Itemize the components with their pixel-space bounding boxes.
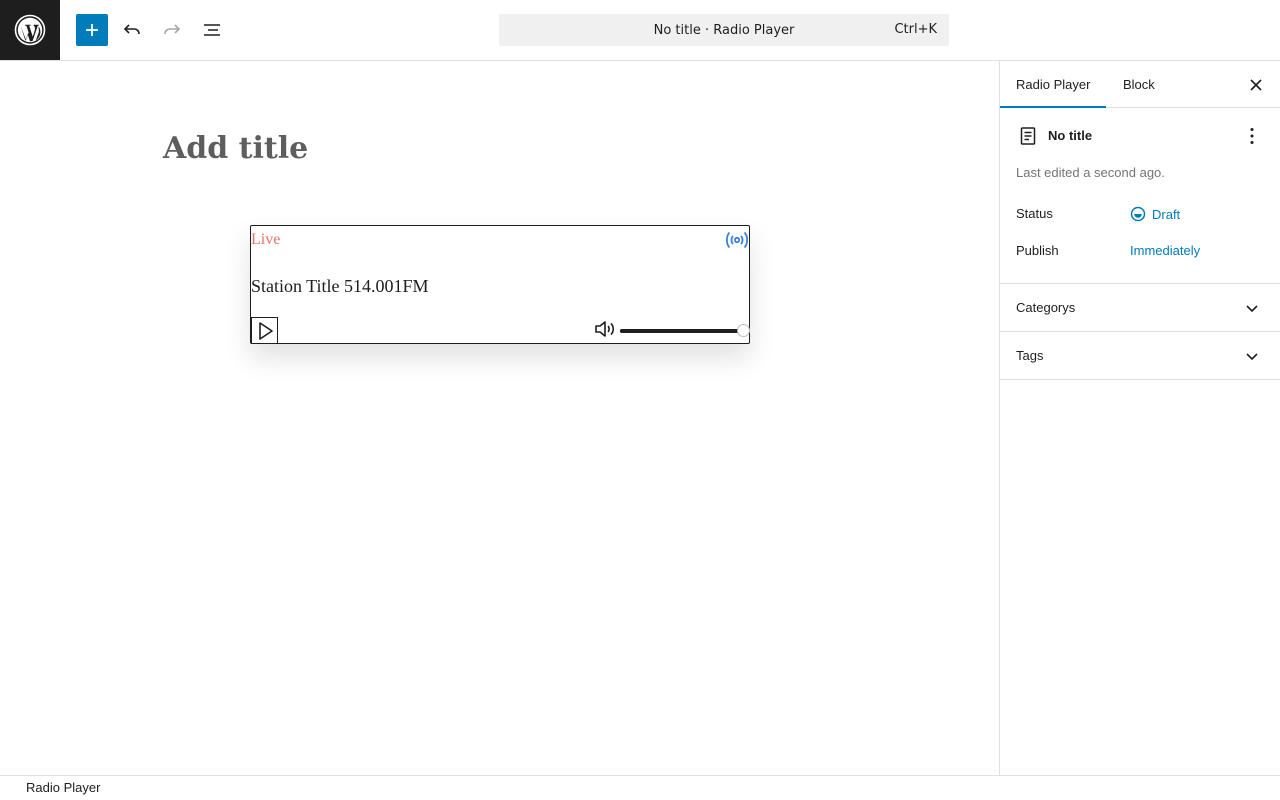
broadcast-icon (725, 231, 749, 249)
tab-block[interactable]: Block (1123, 61, 1155, 108)
settings-sidebar: Radio Player Block No title Last edited … (999, 61, 1280, 775)
play-button[interactable] (251, 317, 278, 344)
list-view-button[interactable] (196, 14, 228, 46)
command-bar-label: No title · Radio Player (653, 22, 795, 38)
volume-thumb[interactable] (737, 324, 750, 337)
post-summary-panel: No title Last edited a second ago. Statu… (1000, 108, 1280, 284)
live-label: Live (251, 231, 281, 248)
radio-player-block[interactable]: Live Station Title 514.001FM (250, 225, 750, 344)
list-view-icon (204, 24, 220, 36)
panel-title-categories: Categorys (1016, 300, 1076, 315)
chevron-down-icon (1240, 298, 1264, 318)
status-value-button[interactable]: Draft (1130, 206, 1180, 222)
publish-label: Publish (1016, 243, 1059, 258)
station-title: Station Title 514.001FM (251, 276, 429, 296)
undo-button[interactable] (116, 14, 148, 46)
status-label: Status (1016, 206, 1053, 221)
volume-fill (620, 329, 744, 333)
undo-icon (123, 24, 140, 35)
volume-slider[interactable] (620, 324, 750, 337)
tab-radio-player[interactable]: Radio Player (1016, 61, 1090, 108)
wordpress-logo-button[interactable] (0, 0, 60, 60)
panel-title-tags: Tags (1016, 348, 1044, 363)
add-block-button[interactable] (76, 14, 108, 46)
draft-status-icon (1130, 206, 1146, 222)
breadcrumb-item[interactable]: Radio Player (26, 780, 100, 795)
last-edited-text: Last edited a second ago. (1016, 165, 1165, 180)
publish-value: Immediately (1130, 243, 1201, 258)
close-sidebar-button[interactable] (1244, 73, 1268, 97)
wordpress-logo-icon (14, 14, 46, 46)
sidebar-tabs: Radio Player Block (1000, 61, 1280, 108)
status-value: Draft (1152, 206, 1181, 222)
command-shortcut: Ctrl+K (894, 22, 937, 37)
document-icon (1020, 127, 1036, 145)
play-icon (258, 321, 273, 340)
redo-button[interactable] (156, 14, 188, 46)
plus-icon (86, 24, 98, 36)
block-breadcrumb-bar: Radio Player (0, 775, 1280, 800)
volume-icon[interactable] (594, 320, 616, 338)
close-icon (1250, 79, 1262, 91)
categories-panel-toggle[interactable]: Categorys (1000, 284, 1280, 332)
command-palette-button[interactable]: No title · Radio Player Ctrl+K (499, 14, 949, 46)
editor-header: No title · Radio Player Ctrl+K (0, 0, 1280, 61)
publish-date-button[interactable]: Immediately (1130, 243, 1200, 258)
document-title: No title (1048, 128, 1093, 143)
redo-icon (164, 24, 181, 35)
tags-panel-toggle[interactable]: Tags (1000, 332, 1280, 380)
more-vertical-icon (1250, 128, 1254, 144)
chevron-down-icon (1240, 346, 1264, 366)
editor-canvas: Add title Live Station Title 514.001FM (0, 61, 999, 775)
post-title-input[interactable]: Add title (163, 131, 308, 166)
document-actions-button[interactable] (1240, 124, 1264, 148)
